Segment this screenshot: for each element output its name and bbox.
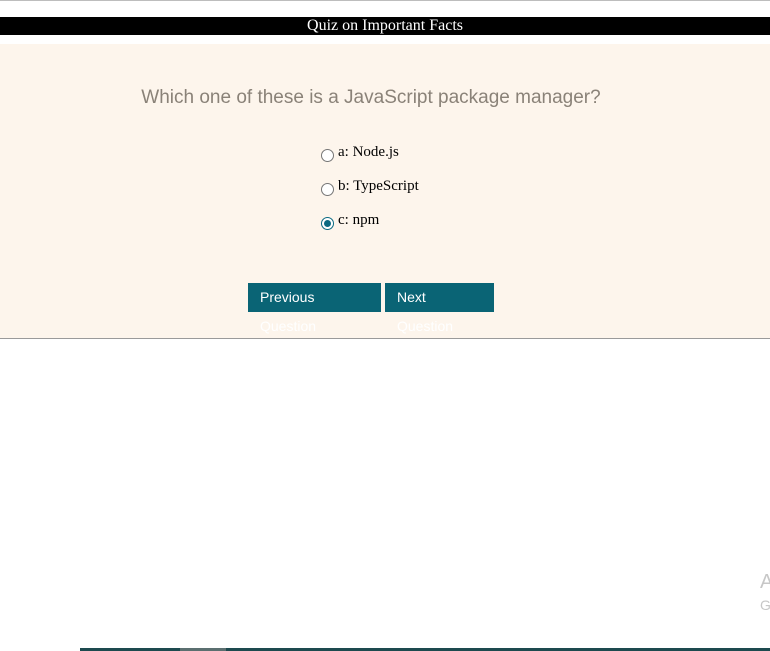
option-b[interactable]: b: TypeScript	[321, 178, 419, 212]
option-c-radio[interactable]	[321, 217, 334, 230]
navigation-buttons: Previous Question Next Question	[248, 283, 494, 334]
option-a-label: a: Node.js	[338, 144, 399, 160]
question-text: Which one of these is a JavaScript packa…	[141, 87, 601, 108]
option-a-radio[interactable]	[321, 149, 334, 162]
activation-watermark: A G	[760, 572, 770, 612]
answer-options: a: Node.js b: TypeScript c: npm	[321, 144, 419, 246]
quiz-panel: Which one of these is a JavaScript packa…	[0, 44, 770, 339]
quiz-title-bar: Quiz on Important Facts	[0, 17, 770, 35]
next-question-button[interactable]: Next Question	[385, 283, 494, 334]
option-c-label: c: npm	[338, 212, 380, 228]
quiz-title: Quiz on Important Facts	[307, 17, 463, 34]
previous-question-button[interactable]: Previous Question	[248, 283, 381, 334]
top-border	[0, 0, 770, 1]
watermark-line-2: G	[760, 597, 770, 613]
option-b-radio[interactable]	[321, 183, 334, 196]
watermark-line-1: A	[760, 571, 770, 593]
option-b-label: b: TypeScript	[338, 178, 419, 194]
option-c[interactable]: c: npm	[321, 212, 419, 246]
option-a[interactable]: a: Node.js	[321, 144, 419, 178]
